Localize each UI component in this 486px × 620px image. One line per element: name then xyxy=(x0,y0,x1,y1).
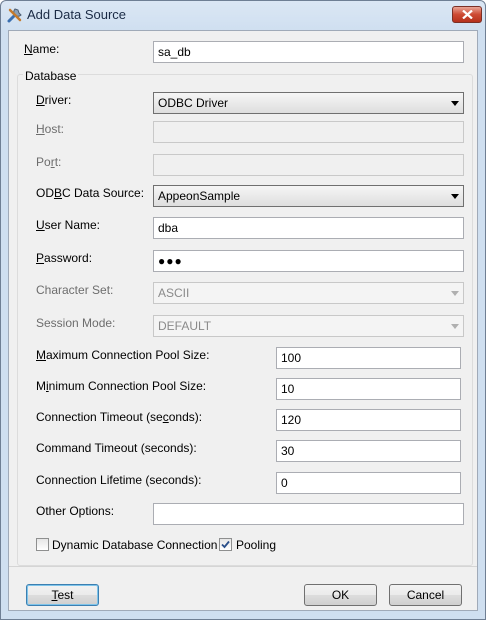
dynamic-connection-checkbox[interactable] xyxy=(36,538,49,551)
session-mode-value: DEFAULT xyxy=(158,319,212,333)
dialog-window: Add Data Source Name: sa_db Database Dri… xyxy=(0,0,486,620)
name-input[interactable]: sa_db xyxy=(153,41,464,63)
port-label: Port: xyxy=(36,155,62,169)
other-options-input[interactable] xyxy=(153,503,464,525)
tools-icon xyxy=(7,8,22,23)
odbc-source-label: ODBC Data Source: xyxy=(36,186,145,200)
ok-button[interactable]: OK xyxy=(304,584,377,606)
pooling-checkbox[interactable] xyxy=(219,538,232,551)
cancel-button[interactable]: Cancel xyxy=(389,584,462,606)
command-timeout-label: Command Timeout (seconds): xyxy=(36,441,197,455)
session-mode-dropdown[interactable]: DEFAULT xyxy=(153,315,464,337)
command-timeout-input[interactable]: 30 xyxy=(276,440,461,462)
dynamic-connection-label: Dynamic Database Connection xyxy=(52,538,218,552)
connection-lifetime-label: Connection Lifetime (seconds): xyxy=(36,473,202,487)
pooling-label: Pooling xyxy=(236,538,277,552)
title-bar[interactable]: Add Data Source xyxy=(1,1,485,29)
other-options-label: Other Options: xyxy=(36,504,115,518)
session-mode-label: Session Mode: xyxy=(36,316,116,330)
driver-value: ODBC Driver xyxy=(158,96,229,110)
connection-lifetime-input[interactable]: 0 xyxy=(276,472,461,494)
chevron-down-icon xyxy=(451,101,459,106)
character-set-dropdown[interactable]: ASCII xyxy=(153,282,464,304)
chevron-down-icon xyxy=(451,291,459,296)
dialog-body: Name: sa_db Database Driver: ODBC Driver… xyxy=(8,30,478,611)
close-button[interactable] xyxy=(452,6,482,23)
odbc-source-dropdown[interactable]: AppeonSample xyxy=(153,185,464,207)
driver-label: Driver: xyxy=(36,93,72,107)
driver-dropdown[interactable]: ODBC Driver xyxy=(153,92,464,114)
character-set-label: Character Set: xyxy=(36,283,114,297)
max-pool-size-label: Maximum Connection Pool Size: xyxy=(36,348,210,362)
user-name-label: User Name: xyxy=(36,218,101,232)
chevron-down-icon xyxy=(451,194,459,199)
host-input[interactable] xyxy=(153,121,464,143)
connection-timeout-input[interactable]: 120 xyxy=(276,409,461,431)
password-label: Password: xyxy=(36,251,93,265)
chevron-down-icon xyxy=(451,324,459,329)
min-pool-size-input[interactable]: 10 xyxy=(276,378,461,400)
separator xyxy=(9,566,477,567)
close-icon xyxy=(462,10,473,19)
odbc-source-value: AppeonSample xyxy=(158,189,241,203)
max-pool-size-input[interactable]: 100 xyxy=(276,347,461,369)
user-name-input[interactable]: dba xyxy=(153,217,464,239)
port-input[interactable] xyxy=(153,154,464,176)
database-group-label: Database xyxy=(23,69,79,83)
test-button[interactable]: Test xyxy=(26,584,99,606)
host-label: Host: xyxy=(36,122,65,136)
password-input[interactable]: ●●● xyxy=(153,250,464,272)
name-label: Name: xyxy=(24,42,60,56)
check-icon xyxy=(221,540,230,549)
min-pool-size-label: Minimum Connection Pool Size: xyxy=(36,379,207,393)
character-set-value: ASCII xyxy=(158,286,190,300)
window-title: Add Data Source xyxy=(27,7,127,22)
connection-timeout-label: Connection Timeout (seconds): xyxy=(36,410,203,424)
